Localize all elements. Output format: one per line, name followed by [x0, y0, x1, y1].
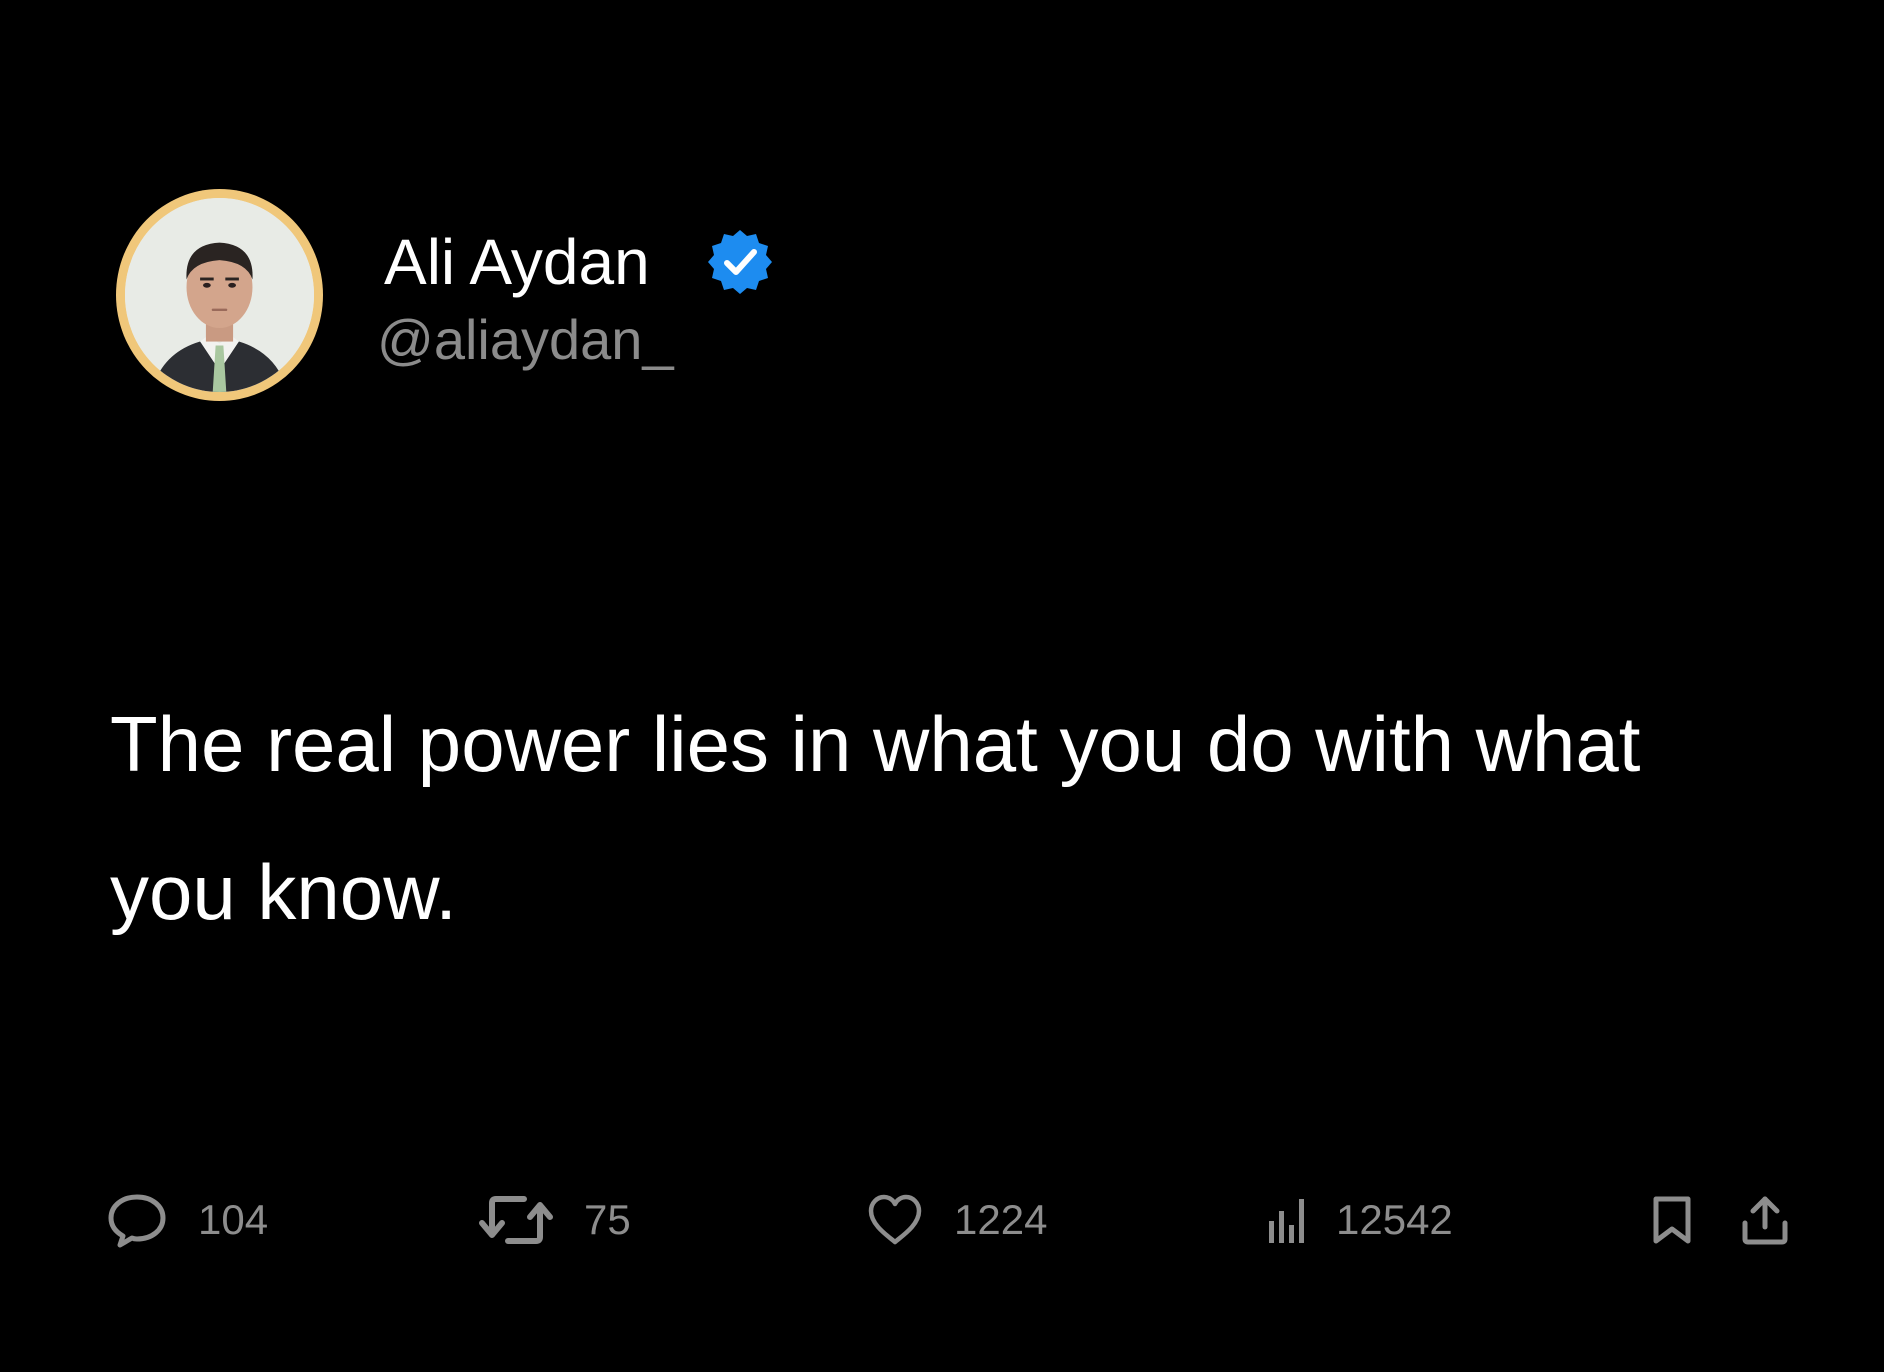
share-icon [1742, 1196, 1788, 1245]
bookmark-button[interactable] [1650, 1180, 1694, 1260]
retweet-button[interactable]: 75 [478, 1180, 631, 1260]
retweet-count: 75 [584, 1196, 631, 1243]
bookmark-icon [1653, 1196, 1691, 1244]
views-chart-icon [1269, 1199, 1304, 1243]
reply-icon [108, 1194, 166, 1248]
action-bar: 104 75 1224 12542 [0, 1180, 1884, 1260]
avatar-photo [125, 198, 314, 392]
like-button[interactable]: 1224 [866, 1180, 1047, 1260]
reply-button[interactable]: 104 [106, 1180, 268, 1260]
heart-icon [868, 1194, 922, 1245]
views-count: 12542 [1336, 1196, 1453, 1243]
avatar[interactable] [116, 189, 323, 401]
tweet-text: The real power lies in what you do with … [110, 700, 1641, 936]
retweet-icon [479, 1196, 553, 1244]
share-button[interactable] [1740, 1180, 1790, 1260]
verified-badge-icon [706, 228, 774, 296]
reply-count: 104 [198, 1196, 269, 1243]
like-count: 1224 [954, 1196, 1048, 1243]
display-name[interactable]: Ali Aydan [384, 222, 650, 302]
user-handle[interactable]: @aliaydan_ [377, 305, 674, 375]
tweet-card: Ali Aydan @aliaydan_ The real power lies… [0, 0, 1884, 1372]
views-button[interactable]: 12542 [1266, 1180, 1453, 1260]
